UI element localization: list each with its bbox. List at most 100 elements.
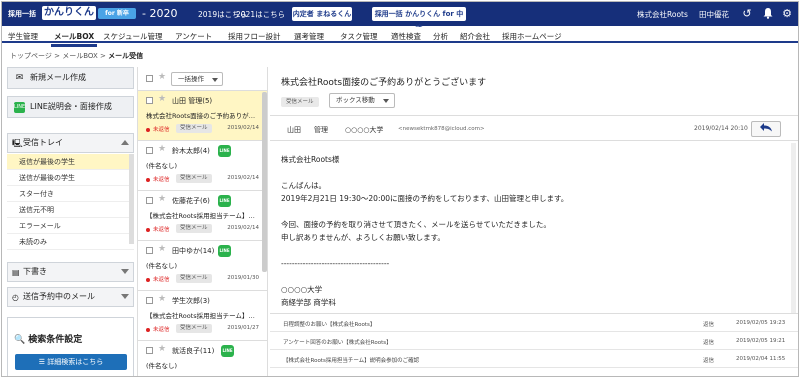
product-manerukun-link[interactable]: 内定者 まねるくん — [292, 7, 352, 21]
envelope-icon: ✉ — [15, 73, 24, 83]
nav-students[interactable]: 学生管理 — [8, 31, 38, 42]
mail-list-scrollbar[interactable] — [262, 92, 267, 272]
mail-checkbox[interactable] — [146, 347, 153, 354]
nav-flow-design[interactable]: 採用フロー設計 — [228, 31, 281, 42]
nav-aptitude[interactable]: 適性検査 — [391, 31, 421, 42]
drafts-title: 下書き — [23, 267, 47, 276]
unreplied-label: 未返信 — [153, 327, 170, 333]
star-icon[interactable]: ★ — [158, 244, 166, 254]
sender-first-name[interactable]: 管理 — [314, 125, 328, 135]
inbox-filter-replied-last[interactable]: 返信が最後の学生 — [7, 154, 134, 170]
breadcrumb-mailbox[interactable]: メールBOX — [62, 52, 98, 60]
mail-date: 2019/01/30 — [227, 275, 259, 281]
thread-date: 2019/02/05 19:21 — [736, 338, 786, 344]
nav-analysis[interactable]: 分析 — [433, 31, 448, 42]
nav-tasks[interactable]: タスク管理 — [340, 31, 378, 42]
thread-row[interactable]: 日程調整のお願い【株式会社Roots】 返信 2019/02/05 19:23 — [270, 314, 798, 332]
mail-checkbox[interactable] — [146, 297, 153, 304]
line-icon: LINE — [218, 195, 231, 207]
collapse-icon[interactable] — [121, 140, 129, 145]
line-event-button[interactable]: LINE LINE説明会・面接作成 — [7, 96, 134, 118]
inbox-title: 受信トレイ — [23, 138, 63, 147]
scheduled-section-header[interactable]: ◴ 送信予約中のメール — [7, 287, 134, 307]
detail-search-button[interactable]: ☰ 詳細検索はこちら — [15, 354, 127, 370]
app-logo[interactable]: かんりくん — [42, 6, 96, 20]
search-settings-label: 検索条件設定 — [28, 335, 83, 345]
star-icon[interactable]: ★ — [158, 194, 166, 204]
mail-list-item[interactable]: ★ 鈴木太郎(4) LINE (件名なし) 未返信 受信メール 2019/02/… — [138, 141, 267, 191]
inbox-filter-unknown-sender[interactable]: 送信元不明 — [7, 202, 134, 218]
thread-subject: アンケート回答のお願い【株式会社Roots】 — [283, 340, 392, 346]
sender-last-name[interactable]: 山田 — [287, 125, 301, 135]
inbox-filter-starred[interactable]: スター付き — [7, 186, 134, 202]
inbox-filter-list: 返信が最後の学生 送信が最後の学生 スター付き 送信元不明 エラーメール 未読の… — [7, 154, 134, 250]
gear-icon[interactable]: ⚙ — [780, 7, 794, 21]
nav-schedule[interactable]: スケジュール管理 — [103, 31, 162, 42]
thread-row[interactable]: アンケート回答のお願い【株式会社Roots】 返信 2019/02/05 19:… — [270, 332, 798, 350]
thread-subject: 日程調整のお願い【株式会社Roots】 — [283, 322, 376, 328]
mail-checkbox[interactable] — [146, 197, 153, 204]
detail-search-label: 詳細検索はこちら — [47, 358, 104, 366]
mail-date: 2019/02/14 — [227, 225, 259, 231]
drafts-section-header[interactable]: ▤ 下書き — [7, 262, 134, 282]
nav-mailbox[interactable]: メールBOX — [50, 31, 98, 47]
star-icon[interactable]: ★ — [158, 144, 166, 154]
new-mail-label: 新規メール作成 — [30, 73, 86, 82]
move-box-dropdown[interactable]: ボックス移動 — [329, 93, 395, 108]
mail-date: 2019/02/14 — [227, 175, 259, 181]
mail-list-panel: ★ 一括操作 ★ 山田 管理(5) 株式会社Roots面接のご予約ありが… 未返… — [137, 67, 268, 376]
star-icon[interactable]: ★ — [158, 344, 166, 354]
mail-body-line: 株式会社Roots様 — [281, 155, 340, 164]
nav-homepage[interactable]: 採用ホームページ — [502, 31, 562, 42]
star-icon[interactable]: ★ — [158, 72, 166, 82]
inbox-filter-sent-last[interactable]: 送信が最後の学生 — [7, 170, 134, 186]
bulk-action-dropdown[interactable]: 一括操作 — [171, 72, 223, 86]
bell-icon-svg — [763, 8, 773, 19]
new-mail-button[interactable]: ✉ 新規メール作成 — [7, 67, 134, 89]
mail-body-scrollbar[interactable] — [791, 143, 796, 313]
thread-row[interactable]: 【株式会社Roots採用担当チーム】説明会参加のご確認 返信 2019/02/0… — [270, 350, 798, 368]
mail-body-line: 商経学部 商学科 — [281, 298, 336, 307]
sidebar-scrollbar[interactable] — [129, 154, 134, 244]
mail-list-item[interactable]: ★ 山田 管理(5) 株式会社Roots面接のご予約ありが… 未返信 受信メール… — [138, 91, 267, 141]
search-icon: 🔍 — [14, 335, 26, 345]
mail-list-item[interactable]: ★ 佐藤花子(6) LINE 【株式会社Roots採用担当チーム】… 未返信 受… — [138, 191, 267, 241]
expand-icon[interactable] — [121, 294, 129, 299]
unreplied-label: 未返信 — [153, 227, 170, 233]
help-icon[interactable]: ↺ — [740, 7, 754, 21]
mail-body-line: こんばんは。 — [281, 181, 326, 190]
bell-icon[interactable] — [761, 7, 775, 21]
breadcrumb-home[interactable]: トップページ — [10, 52, 52, 60]
expand-icon[interactable] — [121, 269, 129, 274]
product-chuto-link[interactable]: 採用一括 かんりくん for 中途 — [372, 7, 466, 32]
mail-list-item[interactable]: ★ 田中ゆか(14) LINE (件名なし) 未返信 受信メール 2019/01… — [138, 241, 267, 291]
main-nav: 学生管理 メールBOX スケジュール管理 アンケート 採用フロー設計 選考管理 … — [2, 27, 798, 47]
breadcrumb-current: メール受信 — [108, 52, 144, 60]
user-name[interactable]: 田中優花 — [699, 9, 729, 20]
search-settings-panel: 🔍 検索条件設定 ☰ 詳細検索はこちら — [7, 317, 134, 376]
select-all-checkbox[interactable] — [146, 75, 153, 82]
top-bar: 採用一括 かんりくん for 新卒 - 2020 2019はこちら 2021はこ… — [2, 2, 798, 32]
inbox-section-header[interactable]: 🖳 受信トレイ — [7, 133, 134, 153]
mail-tag: 受信メール — [176, 224, 212, 233]
nav-agencies[interactable]: 紹介会社 — [460, 31, 490, 42]
nav-survey[interactable]: アンケート — [175, 31, 212, 42]
mail-checkbox[interactable] — [146, 97, 153, 104]
mail-tag: 受信メール — [176, 174, 212, 183]
list-icon: ☰ — [38, 358, 48, 366]
inbox-filter-unread[interactable]: 未読のみ — [7, 234, 134, 250]
year-2021-link[interactable]: 2021はこちら — [236, 9, 285, 20]
mail-checkbox[interactable] — [146, 147, 153, 154]
mail-checkbox[interactable] — [146, 247, 153, 254]
unreplied-dot-icon — [146, 128, 150, 132]
mail-subject: (件名なし) — [146, 262, 178, 270]
star-icon[interactable]: ★ — [158, 94, 166, 104]
mail-list-item[interactable]: ★ 就活良子(11) LINE (件名なし) — [138, 341, 267, 376]
star-icon[interactable]: ★ — [158, 294, 166, 304]
inbox-filter-error[interactable]: エラーメール — [7, 218, 134, 234]
mail-body-line: ---------------------------------------- — [281, 259, 390, 268]
mail-list-item[interactable]: ★ 学生次郎(3) 【株式会社Roots採用担当チーム】… 未返信 受信メール … — [138, 291, 267, 341]
reply-button[interactable] — [751, 121, 781, 137]
mail-list-toolbar: ★ 一括操作 — [138, 67, 267, 91]
nav-selection[interactable]: 選考管理 — [294, 31, 324, 42]
